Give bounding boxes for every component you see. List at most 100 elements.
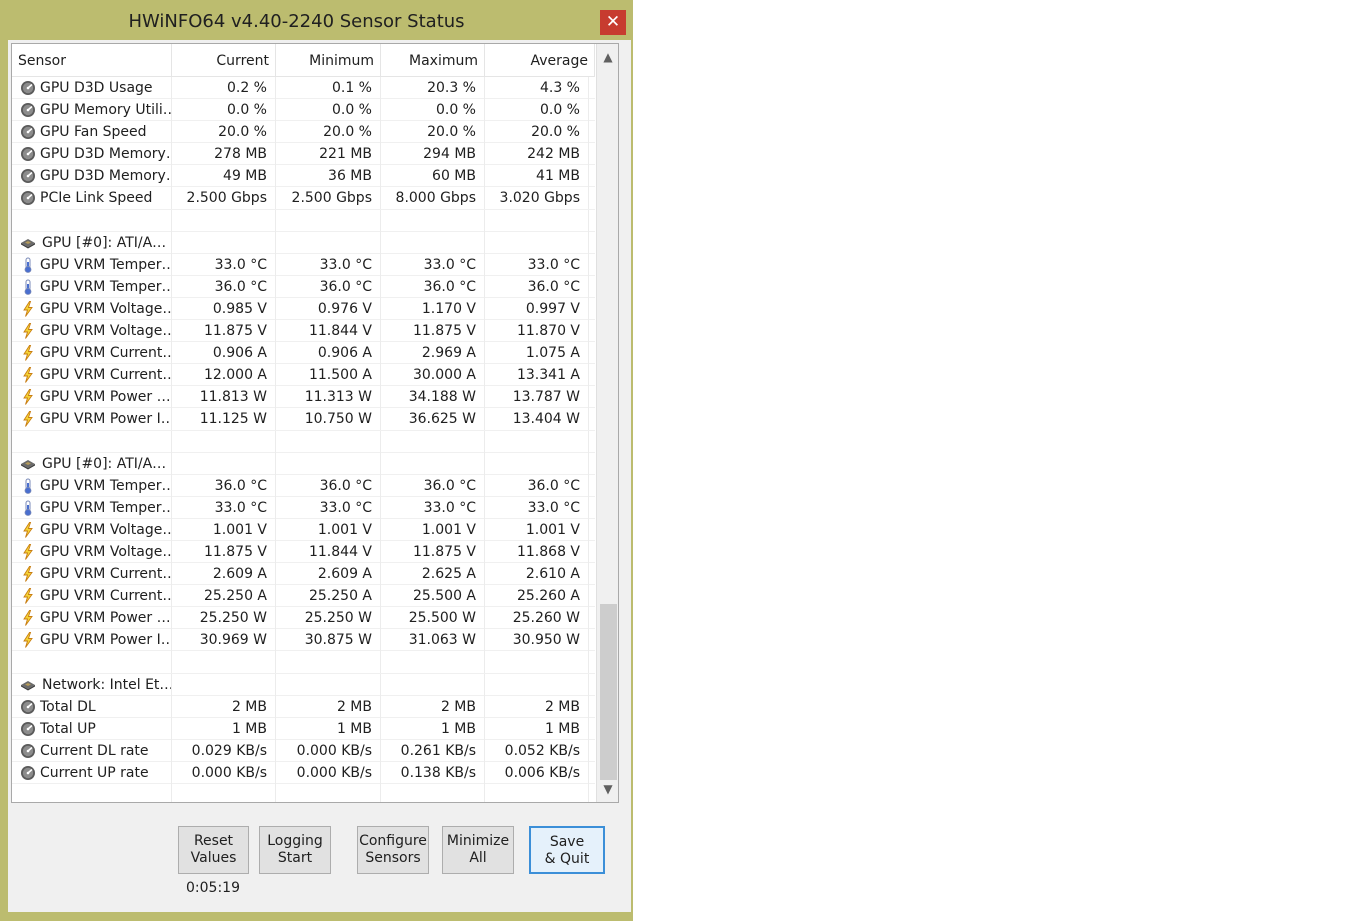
- minimize-all-label-1: Minimize: [446, 833, 510, 849]
- sensor-name: GPU VRM Power …: [40, 389, 171, 406]
- network-icon: [20, 677, 36, 693]
- sensor-name: GPU VRM Voltage…: [40, 543, 172, 560]
- current-value: 12.000 A: [172, 364, 276, 387]
- current-value: 0.029 KB/s: [172, 739, 276, 762]
- sensor-group-row[interactable]: Network: Intel Et…: [12, 673, 595, 696]
- scrollbar-thumb[interactable]: [600, 604, 617, 780]
- lightning-icon: [20, 367, 36, 383]
- table-row[interactable]: GPU VRM Temper… 33.0 °C 33.0 °C 33.0 °C 33.0…: [12, 496, 595, 519]
- table-row[interactable]: GPU VRM Power I… 30.969 W 30.875 W 31.063 W…: [12, 629, 595, 652]
- current-value: 0.000 KB/s: [172, 761, 276, 784]
- table-row[interactable]: GPU VRM Current… 0.906 A 0.906 A 2.969 A 1.0…: [12, 342, 595, 365]
- table-header: Sensor Current Minimum Maximum Average: [12, 44, 595, 77]
- reset-values-label-1: Reset: [193, 833, 234, 849]
- table-row[interactable]: GPU VRM Temper… 36.0 °C 36.0 °C 36.0 °C 36.0…: [12, 275, 595, 298]
- vertical-scrollbar[interactable]: ▲ ▼: [596, 44, 618, 802]
- scroll-up-button[interactable]: ▲: [597, 46, 618, 68]
- table-row[interactable]: PCIe Link Speed 2.500 Gbps 2.500 Gbps 8.000…: [12, 187, 595, 210]
- table-row[interactable]: GPU VRM Voltage… 11.875 V 11.844 V 11.875 V…: [12, 320, 595, 343]
- minimum-value: 11.500 A: [276, 364, 381, 387]
- minimize-all-button[interactable]: Minimize All: [442, 826, 514, 874]
- current-value: 0.985 V: [172, 297, 276, 320]
- close-button[interactable]: ✕: [600, 10, 626, 35]
- table-row[interactable]: GPU D3D Memory… 278 MB 221 MB 294 MB 242 MB: [12, 143, 595, 166]
- column-header-maximum[interactable]: Maximum: [381, 44, 485, 76]
- scroll-down-button[interactable]: ▼: [597, 778, 618, 800]
- minimum-value: [276, 209, 381, 232]
- average-value: [485, 430, 589, 453]
- current-value: 1.001 V: [172, 518, 276, 541]
- minimum-value: 0.976 V: [276, 297, 381, 320]
- table-row[interactable]: GPU VRM Voltage… 0.985 V 0.976 V 1.170 V 0.9…: [12, 297, 595, 321]
- current-value: [172, 452, 276, 475]
- sensor-name-cell: GPU VRM Power I…: [12, 629, 172, 652]
- maximum-value: 11.875 V: [381, 540, 485, 563]
- average-value: [485, 784, 589, 802]
- table-row[interactable]: GPU VRM Power … 11.813 W 11.313 W 34.188 W1…: [12, 386, 595, 409]
- sensor-name: GPU D3D Memory…: [40, 168, 172, 185]
- table-row[interactable]: GPU D3D Memory… 49 MB 36 MB 60 MB 41 MB: [12, 165, 595, 188]
- sensor-name-cell: GPU VRM Current…: [12, 585, 172, 608]
- average-value: 3.020 Gbps: [485, 187, 589, 210]
- minimum-value: 0.1 %: [276, 77, 381, 99]
- minimum-value: 10.750 W: [276, 408, 381, 431]
- sensor-name-cell: GPU VRM Current…: [12, 342, 172, 365]
- table-row[interactable]: GPU VRM Current… 2.609 A 2.609 A 2.625 A 2.6…: [12, 563, 595, 586]
- sensor-name-cell: GPU VRM Temper…: [12, 474, 172, 497]
- save-quit-button[interactable]: Save & Quit: [529, 826, 605, 874]
- chevron-down-icon: ▼: [603, 782, 613, 796]
- sensor-name: GPU VRM Power I…: [40, 632, 172, 649]
- minimum-value: 30.875 W: [276, 629, 381, 652]
- maximum-value: [381, 651, 485, 674]
- table-row[interactable]: Total DL 2 MB 2 MB 2 MB 2 MB: [12, 695, 595, 718]
- sensor-name: GPU VRM Current…: [40, 345, 172, 362]
- minimum-value: 0.000 KB/s: [276, 739, 381, 762]
- minimum-value: 0.906 A: [276, 342, 381, 365]
- table-row[interactable]: GPU VRM Power … 25.250 W 25.250 W 25.500 W2…: [12, 607, 595, 630]
- current-value: 0.2 %: [172, 77, 276, 99]
- sensor-name-cell: [12, 209, 172, 232]
- lightning-icon: [20, 521, 36, 538]
- gauge-icon: [20, 743, 36, 759]
- logging-start-button[interactable]: Logging Start: [259, 826, 331, 874]
- sensor-name: GPU VRM Temper…: [40, 278, 172, 295]
- current-value: [172, 651, 276, 674]
- spacer-row: [12, 651, 595, 674]
- reset-values-button[interactable]: Reset Values: [178, 826, 249, 874]
- maximum-value: 2.625 A: [381, 563, 485, 586]
- sensor-name-cell: PCIe Link Speed: [12, 187, 172, 210]
- column-header-current[interactable]: Current: [172, 44, 276, 76]
- minimum-value: [276, 651, 381, 674]
- table-row[interactable]: GPU VRM Temper… 33.0 °C 33.0 °C 33.0 °C 33.0…: [12, 253, 595, 276]
- column-header-minimum[interactable]: Minimum: [276, 44, 381, 76]
- gauge-icon: [20, 102, 36, 118]
- minimum-value: 0.0 %: [276, 99, 381, 122]
- sensor-group-row[interactable]: GPU [#0]: ATI/A…: [12, 452, 595, 475]
- current-value: 11.813 W: [172, 386, 276, 409]
- hwinfo-window: HWiNFO64 v4.40-2240 Sensor Status ✕ Sens…: [0, 0, 633, 921]
- maximum-value: 34.188 W: [381, 386, 485, 409]
- table-row[interactable]: GPU Fan Speed 20.0 % 20.0 % 20.0 % 20.0 %: [12, 121, 595, 144]
- maximum-value: 294 MB: [381, 143, 485, 166]
- maximum-value: 1.170 V: [381, 297, 485, 320]
- average-value: [485, 209, 589, 232]
- title-bar[interactable]: HWiNFO64 v4.40-2240 Sensor Status ✕: [0, 0, 633, 42]
- column-header-sensor[interactable]: Sensor: [12, 44, 172, 76]
- table-row[interactable]: Current UP rate 0.000 KB/s 0.000 KB/s 0.138…: [12, 761, 595, 784]
- table-row[interactable]: Total UP 1 MB 1 MB 1 MB 1 MB: [12, 717, 595, 740]
- maximum-value: [381, 231, 485, 254]
- table-row[interactable]: GPU VRM Power I… 11.125 W 10.750 W 36.625 W…: [12, 408, 595, 431]
- table-row[interactable]: GPU VRM Voltage… 1.001 V 1.001 V 1.001 V 1.0…: [12, 518, 595, 541]
- table-row[interactable]: Current DL rate 0.029 KB/s 0.000 KB/s 0.261…: [12, 739, 595, 762]
- table-row[interactable]: GPU D3D Usage 0.2 % 0.1 % 20.3 % 4.3 %: [12, 77, 595, 100]
- column-header-average[interactable]: Average: [485, 44, 595, 76]
- sensor-name-cell: Total UP: [12, 717, 172, 740]
- sensor-group-row[interactable]: GPU [#0]: ATI/A…: [12, 231, 595, 254]
- table-row[interactable]: GPU Memory Utili… 0.0 % 0.0 % 0.0 % 0.0 %: [12, 99, 595, 122]
- configure-sensors-button[interactable]: Configure Sensors: [357, 826, 429, 874]
- table-row[interactable]: GPU VRM Voltage… 11.875 V 11.844 V 11.875 V…: [12, 540, 595, 564]
- table-row[interactable]: GPU VRM Current… 25.250 A 25.250 A 25.500 A…: [12, 585, 595, 608]
- current-value: 36.0 °C: [172, 275, 276, 298]
- table-row[interactable]: GPU VRM Temper… 36.0 °C 36.0 °C 36.0 °C 36.0…: [12, 474, 595, 497]
- table-row[interactable]: GPU VRM Current… 12.000 A 11.500 A 30.000 A…: [12, 364, 595, 387]
